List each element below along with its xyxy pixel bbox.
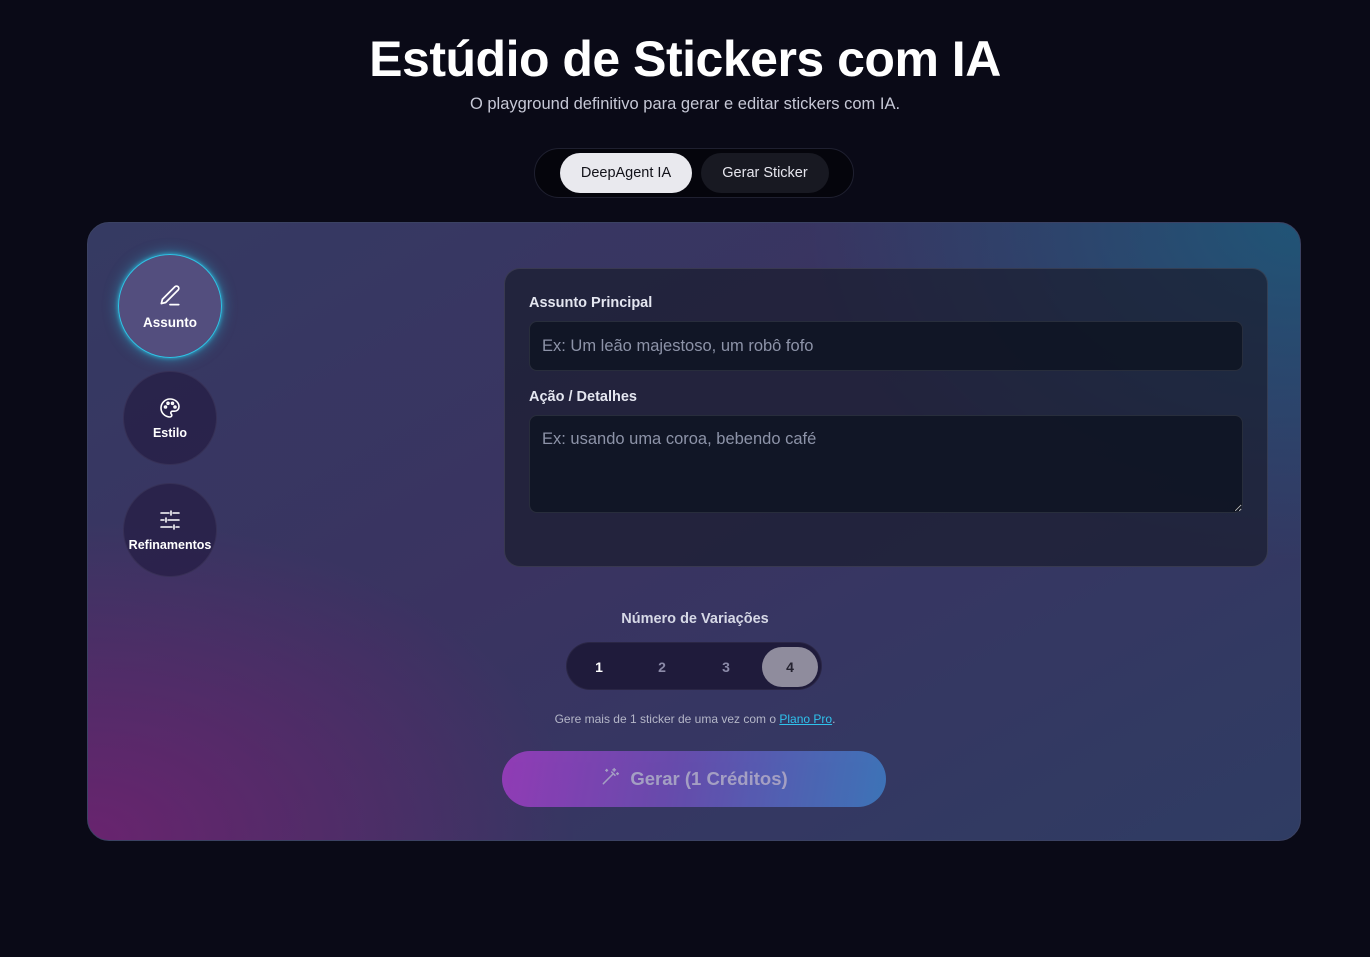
step-assunto-button[interactable]: Assunto [118, 254, 222, 358]
palette-icon [158, 396, 182, 420]
details-textarea[interactable] [529, 415, 1243, 513]
plano-pro-link[interactable]: Plano Pro [779, 712, 832, 726]
subject-label: Assunto Principal [529, 295, 653, 311]
page: Estúdio de Stickers com IA O playground … [0, 0, 1370, 957]
upsell-note: Gere mais de 1 sticker de uma vez com o … [88, 712, 1300, 726]
upsell-text: Gere mais de 1 sticker de uma vez com o [554, 712, 780, 726]
studio-panel: Assunto Estilo Refinamentos Assunto Prin… [87, 222, 1301, 841]
pencil-icon [157, 283, 183, 309]
mode-switch: DeepAgent IA Gerar Sticker [534, 148, 854, 198]
variations-label: Número de Variações [621, 611, 769, 627]
variations-selector: 1 2 3 4 [566, 642, 822, 690]
variation-option-4[interactable]: 4 [762, 647, 818, 687]
generate-button[interactable]: Gerar (1 Créditos) [502, 751, 886, 807]
step-estilo-button[interactable]: Estilo [123, 371, 217, 465]
variation-option-2[interactable]: 2 [634, 647, 690, 687]
step-refinamentos-label: Refinamentos [128, 538, 212, 552]
step-estilo-label: Estilo [152, 426, 188, 440]
subject-input[interactable] [529, 321, 1243, 371]
sliders-icon [158, 508, 182, 532]
magic-wand-icon [600, 767, 620, 792]
subject-form-card: Assunto Principal Ação / Detalhes [504, 268, 1268, 567]
tab-gerar-sticker[interactable]: Gerar Sticker [701, 153, 829, 193]
variation-option-1[interactable]: 1 [571, 647, 627, 687]
step-assunto-label: Assunto [143, 314, 197, 330]
variation-option-3[interactable]: 3 [698, 647, 754, 687]
tab-deepagent[interactable]: DeepAgent IA [560, 153, 692, 193]
page-subtitle: O playground definitivo para gerar e edi… [469, 95, 901, 113]
page-title: Estúdio de Stickers com IA [369, 31, 1001, 87]
details-label: Ação / Detalhes [529, 389, 637, 405]
generate-label: Gerar (1 Créditos) [630, 768, 788, 789]
step-refinamentos-button[interactable]: Refinamentos [123, 483, 217, 577]
upsell-text-end: . [832, 712, 836, 726]
